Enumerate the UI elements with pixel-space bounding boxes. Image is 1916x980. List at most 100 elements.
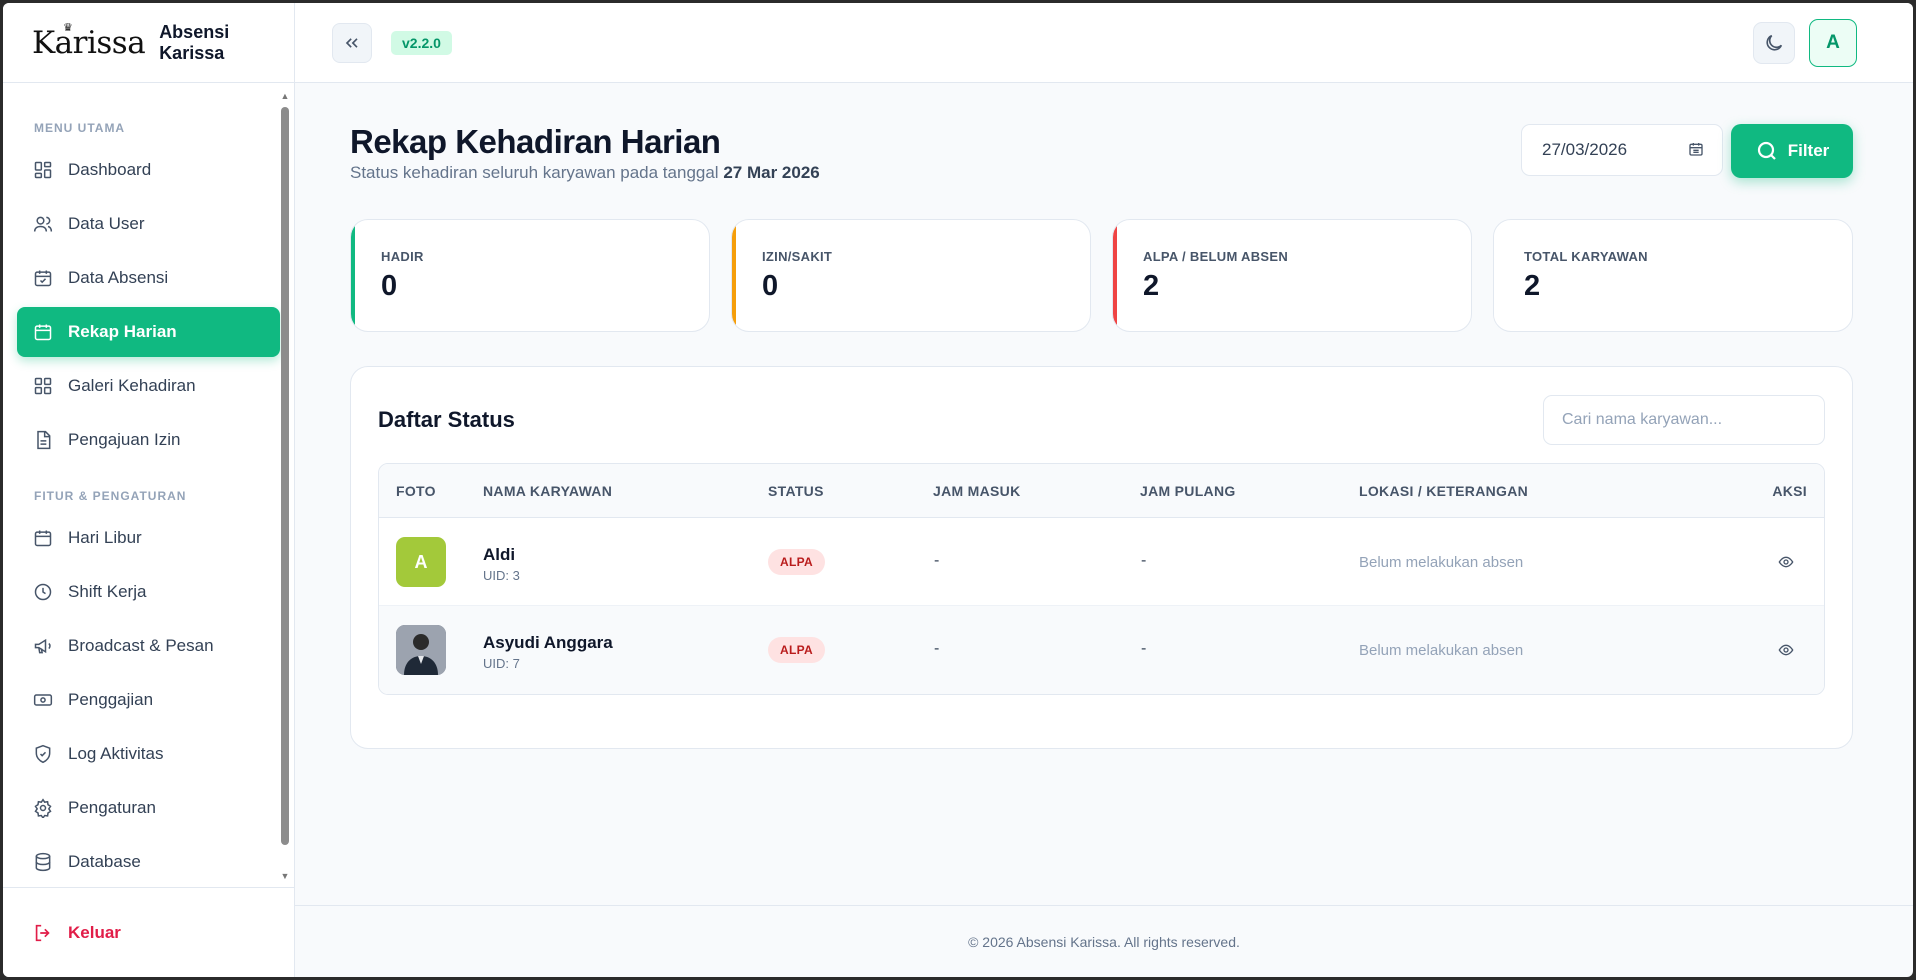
app-name: Absensi Karissa [159,21,230,63]
sidebar-item-dashboard[interactable]: Dashboard [17,145,280,195]
status-list-card: Daftar Status FOTO NAMA KARYAWAN STATUS … [350,366,1853,749]
table-row: A Aldi UID: 3 ALPA - - Belum melakukan a… [379,518,1824,606]
shield-icon [32,743,54,765]
logout-label: Keluar [68,923,121,942]
sidebar-item-log-aktivitas[interactable]: Log Aktivitas [17,729,280,779]
crown-icon: ♛ [63,20,73,34]
avatar-photo [396,625,446,675]
sidebar-item-pengajuan-izin[interactable]: Pengajuan Izin [17,415,280,465]
sidebar-item-label: Pengajuan Izin [68,430,181,449]
sidebar-item-label: Rekap Harian [68,322,177,341]
stat-card-total-karyawan: TOTAL KARYAWAN 2 [1493,219,1853,332]
stat-label: ALPA / BELUM ABSEN [1143,249,1289,264]
date-value: 27/03/2026 [1542,140,1628,159]
status-table: FOTO NAMA KARYAWAN STATUS JAM MASUK JAM … [378,463,1825,695]
sidebar-item-label: Data Absensi [68,268,169,287]
filter-label: Filter [1787,141,1830,160]
jam-pulang: - [1141,640,1147,657]
stat-value: 2 [1524,270,1541,302]
collapse-sidebar-button[interactable] [332,23,372,63]
sidebar-item-label: Data User [68,214,145,233]
sidebar-item-pengaturan[interactable]: Pengaturan [17,783,280,833]
sidebar-item-label: Penggajian [68,690,154,709]
eye-icon [1778,644,1794,656]
stat-value: 0 [381,270,398,302]
sidebar-item-label: Dashboard [68,160,152,179]
employee-name: Asyudi Anggara [483,633,613,652]
sidebar-item-hari-libur[interactable]: Hari Libur [17,513,280,563]
sidebar-item-label: Log Aktivitas [68,744,164,763]
col-jam-pulang: JAM PULANG [1140,483,1236,499]
view-detail-button[interactable] [1778,554,1794,575]
sidebar-item-database[interactable]: Database [17,837,280,887]
table-row: Asyudi Anggara UID: 7 ALPA - - Belum mel… [379,606,1824,694]
sidebar-item-data-absensi[interactable]: Data Absensi [17,253,280,303]
sidebar-item-label: Galeri Kehadiran [68,376,196,395]
search-input[interactable] [1543,395,1825,445]
main-content: v2.2.0 A Rekap Kehadiran Harian Status k… [295,3,1913,977]
view-detail-button[interactable] [1778,642,1794,663]
sidebar-item-label: Pengaturan [68,798,156,817]
col-nama-karyawan: NAMA KARYAWAN [483,483,613,499]
footer: © 2026 Absensi Karissa. All rights reser… [295,905,1913,977]
calendar-check-icon [32,267,54,289]
stat-value: 2 [1143,270,1160,302]
avatar: A [396,537,446,587]
col-foto: FOTO [396,483,436,499]
database-icon [32,851,54,873]
keterangan: Belum melakukan absen [1359,554,1524,571]
version-badge: v2.2.0 [391,31,452,55]
sidebar-footer: Keluar [3,887,294,977]
sidebar-item-data-user[interactable]: Data User [17,199,280,249]
card-title: Daftar Status [378,407,515,432]
calendar-icon[interactable] [1688,141,1704,157]
sidebar-item-rekap-harian[interactable]: Rekap Harian [17,307,280,357]
sidebar-item-penggajian[interactable]: Penggajian [17,675,280,725]
subtitle-text: Status kehadiran seluruh karyawan pada t… [350,163,719,182]
sidebar-item-label: Database [68,852,141,871]
sidebar-item-label: Hari Libur [68,528,142,547]
app-window: ♛ Karissa Absensi Karissa MENU UTAMA Dash… [3,3,1913,977]
scrollbar-thumb[interactable] [281,107,289,845]
logout-icon [32,922,54,944]
moon-icon [1766,34,1783,51]
eye-icon [1778,556,1794,568]
employee-name: Aldi [483,545,516,564]
stats-row: HADIR 0 IZIN/SAKIT 0 ALPA / BELUM ABSEN … [350,219,1853,332]
chevrons-left-icon [345,38,358,48]
stat-card-alpa: ALPA / BELUM ABSEN 2 [1112,219,1472,332]
brand-logo[interactable]: ♛ Karissa [32,21,146,61]
logout-button[interactable]: Keluar [17,910,280,956]
sidebar-scrollbar[interactable]: ▲ ▼ [280,91,290,881]
scroll-up-arrow-icon[interactable]: ▲ [280,91,290,101]
sidebar-item-label: Shift Kerja [68,582,147,601]
document-icon [32,429,54,451]
col-status: STATUS [768,483,824,499]
col-jam-masuk: JAM MASUK [933,483,1021,499]
subtitle-date: 27 Mar 2026 [723,163,820,182]
section-title-settings: FITUR & PENGATURAN [34,489,187,503]
stat-card-izin-sakit: IZIN/SAKIT 0 [731,219,1091,332]
sidebar-nav: MENU UTAMA Dashboard Data User Data Abse… [3,83,294,887]
calendar-icon [32,527,54,549]
search-icon [1755,139,1779,163]
page-title: Rekap Kehadiran Harian [350,123,721,160]
sidebar-item-broadcast[interactable]: Broadcast & Pesan [17,621,280,671]
page-subtitle: Status kehadiran seluruh karyawan pada t… [350,163,820,183]
jam-masuk: - [934,552,940,569]
table-header: FOTO NAMA KARYAWAN STATUS JAM MASUK JAM … [379,464,1824,518]
megaphone-icon [32,635,54,657]
stat-label: HADIR [381,249,424,264]
theme-toggle-button[interactable] [1753,22,1795,64]
users-icon [32,213,54,235]
col-aksi: AKSI [1772,483,1807,499]
topbar: v2.2.0 A [295,3,1913,83]
clock-icon [32,581,54,603]
sidebar-item-galeri-kehadiran[interactable]: Galeri Kehadiran [17,361,280,411]
scroll-down-arrow-icon[interactable]: ▼ [280,871,290,881]
user-avatar-button[interactable]: A [1809,19,1857,67]
sidebar-item-shift-kerja[interactable]: Shift Kerja [17,567,280,617]
date-picker[interactable]: 27/03/2026 [1521,124,1723,176]
filter-button[interactable]: Filter [1731,124,1853,178]
stat-value: 0 [762,270,779,302]
